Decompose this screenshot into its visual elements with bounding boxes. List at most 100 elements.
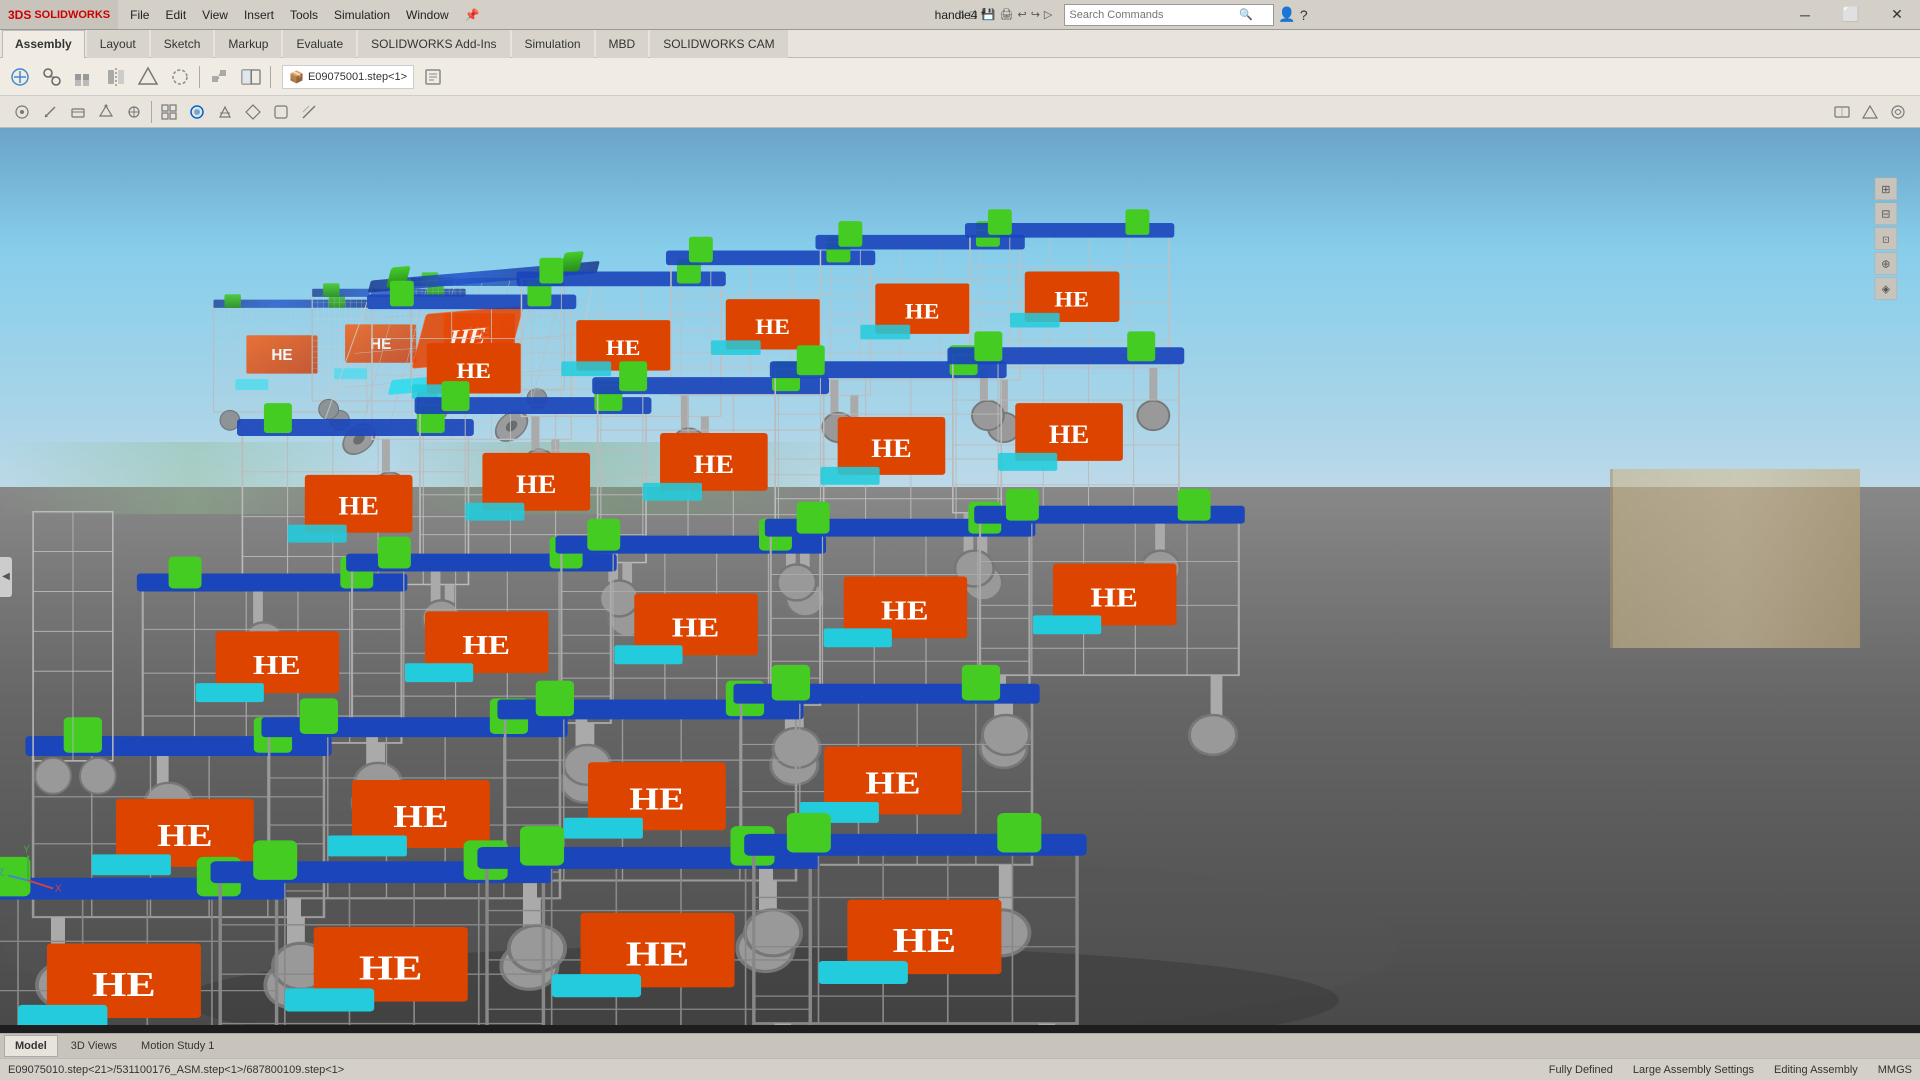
tab-solidworks-cam[interactable]: SOLIDWORKS CAM xyxy=(650,30,787,58)
view-tool-11[interactable] xyxy=(296,99,322,125)
svg-text:HE: HE xyxy=(516,470,556,499)
svg-text:HE: HE xyxy=(338,492,378,521)
search-box[interactable]: 🔍 xyxy=(1064,4,1274,26)
tab-mbd[interactable]: MBD xyxy=(596,30,649,58)
status-right: Fully Defined Large Assembly Settings Ed… xyxy=(1549,1064,1912,1076)
tab-motion-study[interactable]: Motion Study 1 xyxy=(130,1035,225,1057)
breadcrumb-area: 📦 E09075001.step<1> xyxy=(282,65,414,89)
view-tool-8[interactable] xyxy=(212,99,238,125)
help-icon[interactable]: ? xyxy=(1300,7,1308,23)
search-icon: 🔍 xyxy=(1239,8,1253,21)
svg-text:HE: HE xyxy=(359,949,423,988)
view-tool-10[interactable] xyxy=(268,99,294,125)
exploded-view-btn[interactable] xyxy=(204,62,234,92)
collapse-panel-arrow[interactable]: ◀ xyxy=(0,557,12,597)
separator2 xyxy=(270,66,271,88)
svg-text:HE: HE xyxy=(871,434,911,463)
view-tool-6[interactable] xyxy=(156,99,182,125)
svg-text:Z: Z xyxy=(0,868,4,879)
status-bar: E09075010.step<21>/531100176_ASM.step<1>… xyxy=(0,1058,1920,1080)
document-title: handle4 * xyxy=(935,8,986,22)
maximize-button[interactable]: ⬜ xyxy=(1828,0,1874,30)
bottom-tabs: Model 3D Views Motion Study 1 xyxy=(0,1033,1920,1058)
svg-text:HE: HE xyxy=(905,299,940,323)
sw-logo-text: 3DS xyxy=(8,8,31,22)
view-right-3[interactable] xyxy=(1885,99,1911,125)
status-fully-defined: Fully Defined xyxy=(1549,1064,1613,1076)
close-button[interactable]: ✕ xyxy=(1874,0,1920,30)
view-right-1[interactable] xyxy=(1829,99,1855,125)
menu-simulation[interactable]: Simulation xyxy=(326,0,398,29)
svg-text:HE: HE xyxy=(694,450,734,479)
menu-pin[interactable]: 📌 xyxy=(457,0,488,29)
menu-view[interactable]: View xyxy=(194,0,236,29)
svg-text:◈: ◈ xyxy=(1882,283,1891,295)
tab-addins[interactable]: SOLIDWORKS Add-Ins xyxy=(358,30,509,58)
3d-scene: HE HE xyxy=(0,128,1920,1025)
sw-brand: SOLIDWORKS xyxy=(34,9,110,21)
minimize-button[interactable]: ─ xyxy=(1782,0,1828,30)
tabs-row: Assembly Layout Sketch Markup Evaluate S… xyxy=(0,30,1920,58)
svg-text:HE: HE xyxy=(755,315,790,339)
window-controls: ─ ⬜ ✕ xyxy=(1782,0,1920,30)
view-tool-9[interactable] xyxy=(240,99,266,125)
assembly-feature-btn[interactable] xyxy=(133,62,163,92)
separator3 xyxy=(151,101,152,123)
svg-text:HE: HE xyxy=(1054,287,1089,311)
smart-mates-btn[interactable] xyxy=(37,62,67,92)
svg-text:HE: HE xyxy=(893,921,957,960)
arrow-icon: ◀ xyxy=(2,571,10,582)
linear-pattern-btn[interactable] xyxy=(69,62,99,92)
view-tool-5[interactable] xyxy=(121,99,147,125)
svg-text:HE: HE xyxy=(393,799,448,834)
view-tool-3[interactable] xyxy=(65,99,91,125)
svg-text:HE: HE xyxy=(92,965,156,1004)
reference-geometry-btn[interactable] xyxy=(165,62,195,92)
view-toolbar xyxy=(0,96,1920,128)
svg-text:HE: HE xyxy=(865,766,920,801)
user-icon[interactable]: 👤 xyxy=(1278,6,1295,23)
app-logo: 3DS SOLIDWORKS xyxy=(0,0,118,29)
menu-window[interactable]: Window xyxy=(398,0,457,29)
svg-text:HE: HE xyxy=(629,782,684,817)
svg-text:HE: HE xyxy=(462,630,510,661)
svg-text:HE: HE xyxy=(157,818,212,853)
menu-insert[interactable]: Insert xyxy=(236,0,282,29)
view-tool-4[interactable] xyxy=(93,99,119,125)
svg-text:HE: HE xyxy=(881,595,929,626)
tab-model[interactable]: Model xyxy=(4,1035,58,1057)
separator1 xyxy=(199,66,200,88)
svg-text:HE: HE xyxy=(606,336,641,360)
tab-assembly[interactable]: Assembly xyxy=(2,30,85,58)
svg-text:⊟: ⊟ xyxy=(1881,209,1890,221)
view-tool-1[interactable] xyxy=(9,99,35,125)
component-icon: 📦 xyxy=(289,70,304,84)
status-large-assembly: Large Assembly Settings xyxy=(1633,1064,1754,1076)
search-input[interactable] xyxy=(1069,9,1239,21)
tab-layout[interactable]: Layout xyxy=(87,30,149,58)
section-view-btn[interactable] xyxy=(236,62,266,92)
tab-3d-views[interactable]: 3D Views xyxy=(60,1035,128,1057)
tab-simulation[interactable]: Simulation xyxy=(512,30,594,58)
menu-bar: File Edit View Insert Tools Simulation W… xyxy=(118,0,488,29)
menu-edit[interactable]: Edit xyxy=(157,0,194,29)
secondary-toolbar: 📦 E09075001.step<1> xyxy=(0,58,1920,96)
status-editing: Editing Assembly xyxy=(1774,1064,1858,1076)
tab-evaluate[interactable]: Evaluate xyxy=(283,30,356,58)
svg-text:HE: HE xyxy=(672,612,720,643)
mirror-btn[interactable] xyxy=(101,62,131,92)
view-tool-2[interactable] xyxy=(37,99,63,125)
menu-tools[interactable]: Tools xyxy=(282,0,326,29)
tab-sketch[interactable]: Sketch xyxy=(151,30,214,58)
menu-file[interactable]: File xyxy=(122,0,157,29)
status-units: MMGS xyxy=(1878,1064,1912,1076)
view-right-2[interactable] xyxy=(1857,99,1883,125)
svg-text:HE: HE xyxy=(271,347,292,364)
breadcrumb-icon-btn[interactable] xyxy=(418,62,448,92)
breadcrumb-path: E09075001.step<1> xyxy=(308,71,407,83)
view-tool-7[interactable] xyxy=(184,99,210,125)
svg-text:X: X xyxy=(55,883,62,894)
insert-component-btn[interactable] xyxy=(5,62,35,92)
tab-markup[interactable]: Markup xyxy=(215,30,281,58)
svg-text:HE: HE xyxy=(456,359,491,383)
